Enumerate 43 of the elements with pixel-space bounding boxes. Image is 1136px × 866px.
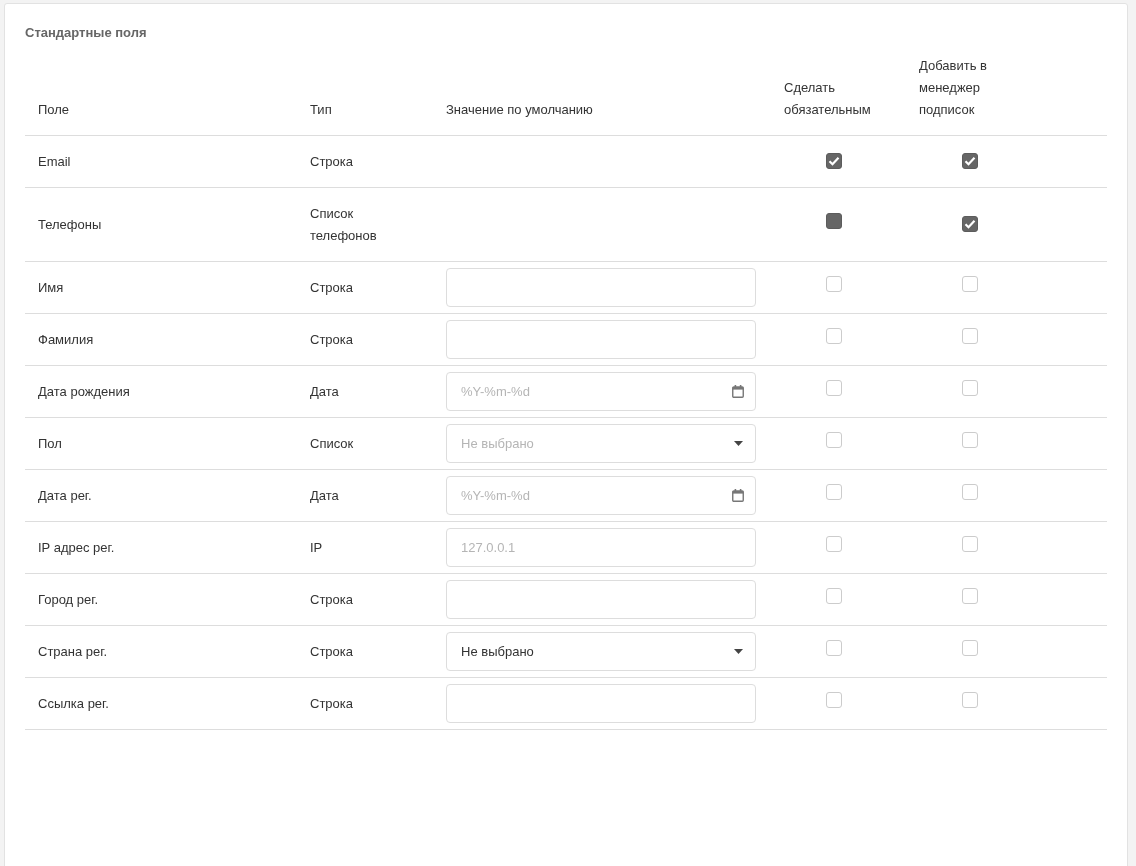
field-name: IP адрес рег. bbox=[37, 539, 116, 557]
text-input-field[interactable] bbox=[446, 320, 756, 359]
field-type: Строка bbox=[309, 643, 354, 661]
field-name: Дата рождения bbox=[37, 383, 131, 401]
column-header: Тип bbox=[309, 101, 333, 119]
dropdown-field[interactable]: Не выбрано bbox=[446, 632, 756, 671]
checkbox[interactable] bbox=[962, 215, 978, 232]
caret-down-icon bbox=[734, 441, 743, 446]
field-type: Строка bbox=[309, 153, 354, 171]
card-title: Стандартные поля bbox=[25, 24, 148, 42]
checkbox[interactable] bbox=[826, 152, 842, 169]
caret-down-icon bbox=[734, 649, 743, 654]
field-name: Пол bbox=[37, 435, 63, 453]
checkbox[interactable] bbox=[962, 152, 978, 169]
field-name: Имя bbox=[37, 279, 65, 297]
column-header: Значение по умолчанию bbox=[445, 101, 594, 119]
field-type: Строка bbox=[309, 331, 354, 349]
calendar-icon bbox=[732, 489, 744, 502]
field-type: IP bbox=[309, 539, 324, 557]
date-input-field[interactable]: %Y-%m-%d bbox=[446, 476, 756, 515]
field-type: Дата bbox=[309, 487, 340, 505]
text-input-field[interactable]: 127.0.0.1 bbox=[446, 528, 756, 567]
column-header: Поле bbox=[37, 101, 71, 119]
field-name: Страна рег. bbox=[37, 643, 109, 661]
field-name: Ссылка рег. bbox=[37, 695, 110, 713]
column-header: Добавить в менеджер подписок bbox=[918, 57, 988, 119]
field-name: Дата рег. bbox=[37, 487, 93, 505]
field-type: Список телефонов bbox=[309, 205, 378, 245]
field-type: Строка bbox=[309, 591, 354, 609]
field-type: Дата bbox=[309, 383, 340, 401]
field-name: Город рег. bbox=[37, 591, 99, 609]
field-type: Строка bbox=[309, 279, 354, 297]
text-input-field[interactable] bbox=[446, 268, 756, 307]
field-type: Строка bbox=[309, 695, 354, 713]
field-name: Email bbox=[37, 153, 72, 171]
field-name: Телефоны bbox=[37, 216, 103, 234]
text-input-field[interactable] bbox=[446, 684, 756, 723]
field-name: Фамилия bbox=[37, 331, 95, 349]
calendar-icon bbox=[732, 385, 744, 398]
field-type: Список bbox=[309, 435, 355, 453]
text-input-field[interactable] bbox=[446, 580, 756, 619]
date-input-field[interactable]: %Y-%m-%d bbox=[446, 372, 756, 411]
column-header: Сделать обязательным bbox=[783, 79, 872, 119]
